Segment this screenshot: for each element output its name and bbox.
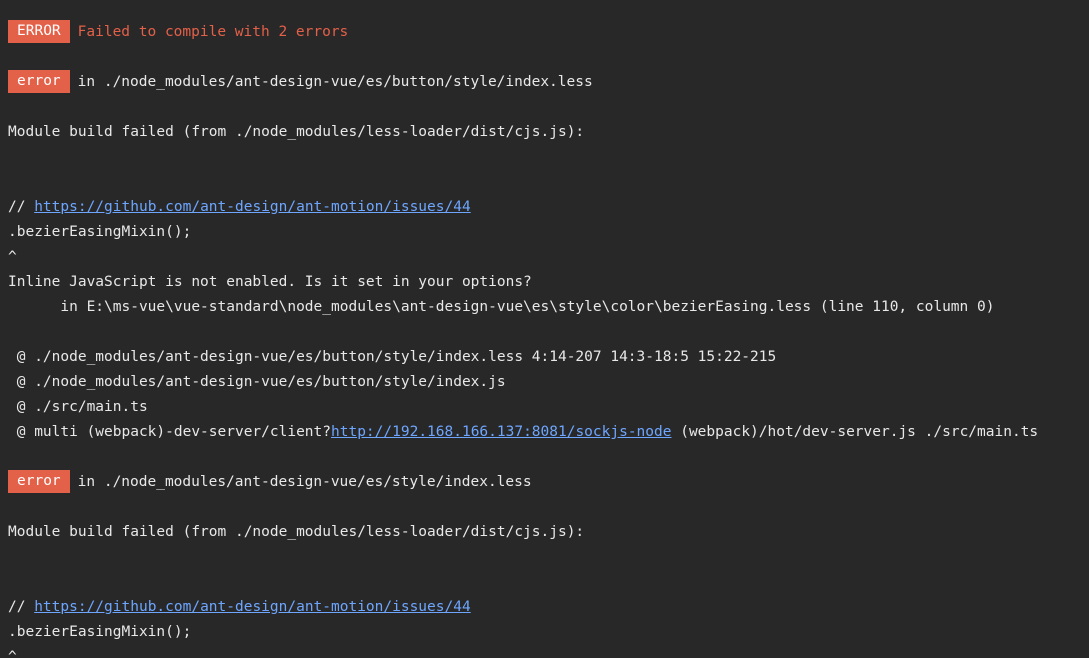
error-1-comment: // https://github.com/ant-design/ant-mot… <box>8 195 471 220</box>
error-1-in-file: in E:\ms-vue\vue-standard\node_modules\a… <box>8 299 995 315</box>
trace-multi-prefix: @ multi (webpack)-dev-server/client? <box>8 424 332 440</box>
compile-summary-message: Failed to compile with 2 errors <box>77 24 349 40</box>
comment-prefix: // <box>8 199 35 215</box>
compile-error-overlay: ERROR Failed to compile with 2 errors err… <box>0 0 1089 658</box>
error-header-badge: ERROR <box>8 20 70 43</box>
error-2-mixin-call: .bezierEasingMixin(); <box>8 624 192 640</box>
error-2-header: error in ./node_modules/ant-design-vue/es… <box>8 470 532 495</box>
error-2-location: in ./node_modules/ant-design-vue/es/styl… <box>77 474 532 490</box>
compile-summary: ERROR Failed to compile with 2 errors <box>8 20 348 45</box>
error-1-badge: error <box>8 70 70 93</box>
error-1-caret: ^ <box>8 249 17 265</box>
error-2-build-failed: Module build failed (from ./node_modules… <box>8 524 585 540</box>
error-2-caret: ^ <box>8 649 17 658</box>
error-1-trace-line: @ ./node_modules/ant-design-vue/es/butto… <box>8 374 506 390</box>
issue-link[interactable]: https://github.com/ant-design/ant-motion… <box>34 599 471 615</box>
error-1-mixin-call: .bezierEasingMixin(); <box>8 224 192 240</box>
error-1-trace-line: @ ./src/main.ts <box>8 399 148 415</box>
error-2-comment: // https://github.com/ant-design/ant-mot… <box>8 595 471 620</box>
error-1-header: error in ./node_modules/ant-design-vue/es… <box>8 70 593 95</box>
comment-prefix: // <box>8 599 35 615</box>
error-2-badge: error <box>8 470 70 493</box>
error-1-inline-js-message: Inline JavaScript is not enabled. Is it … <box>8 274 532 290</box>
error-1-trace-line: @ ./node_modules/ant-design-vue/es/butto… <box>8 349 777 365</box>
error-1-location: in ./node_modules/ant-design-vue/es/butt… <box>77 74 593 90</box>
error-1-trace-multi: @ multi (webpack)-dev-server/client?http… <box>8 420 1038 445</box>
issue-link[interactable]: https://github.com/ant-design/ant-motion… <box>34 199 471 215</box>
sockjs-link[interactable]: http://192.168.166.137:8081/sockjs-node <box>331 424 671 440</box>
error-1-build-failed: Module build failed (from ./node_modules… <box>8 124 585 140</box>
trace-multi-suffix: (webpack)/hot/dev-server.js ./src/main.t… <box>671 424 1039 440</box>
